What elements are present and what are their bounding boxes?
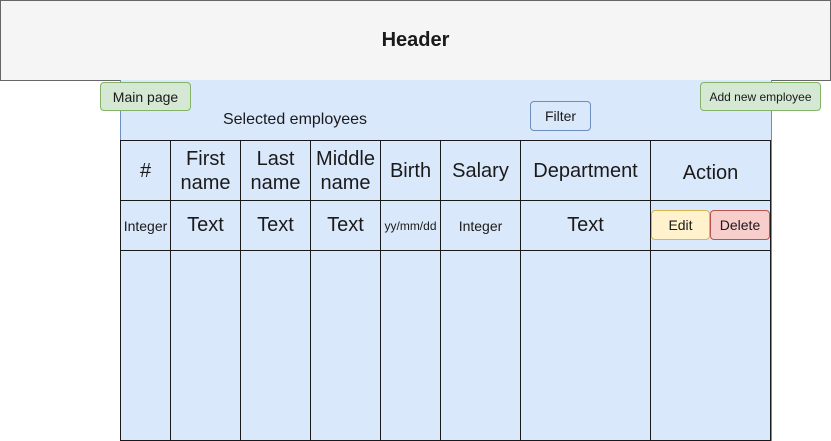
column-header-action: Action bbox=[650, 140, 771, 201]
cell-department: Text bbox=[520, 200, 651, 251]
column-header-birth: Birth bbox=[380, 140, 441, 201]
cell-middle-name: Text bbox=[310, 200, 381, 251]
cell-salary: Integer bbox=[440, 200, 521, 251]
empty-cell-middle-name bbox=[310, 250, 381, 441]
empty-cell-salary bbox=[440, 250, 521, 441]
page-header: Header bbox=[0, 0, 831, 81]
cell-first-name: Text bbox=[170, 200, 241, 251]
column-header-number: # bbox=[120, 140, 171, 201]
empty-cell-first-name bbox=[170, 250, 241, 441]
delete-button[interactable]: Delete bbox=[710, 210, 770, 240]
header-title: Header bbox=[381, 29, 450, 51]
empty-cell-birth bbox=[380, 250, 441, 441]
column-header-department: Department bbox=[520, 140, 651, 201]
empty-cell-number bbox=[120, 250, 171, 441]
column-header-salary: Salary bbox=[440, 140, 521, 201]
empty-cell-action bbox=[650, 250, 771, 441]
selected-employees-label: Selected employees bbox=[222, 111, 368, 128]
cell-number: Integer bbox=[120, 200, 171, 251]
column-header-first-name: First name bbox=[170, 140, 241, 201]
add-new-employee-button[interactable]: Add new employee bbox=[700, 82, 821, 111]
edit-button[interactable]: Edit bbox=[651, 210, 710, 240]
cell-birth: yy/mm/dd bbox=[380, 200, 441, 251]
column-header-middle-name: Middle name bbox=[310, 140, 381, 201]
main-page-button[interactable]: Main page bbox=[100, 82, 191, 111]
column-header-last-name: Last name bbox=[240, 140, 311, 201]
empty-cell-department bbox=[520, 250, 651, 441]
filter-button[interactable]: Filter bbox=[530, 101, 591, 131]
cell-last-name: Text bbox=[240, 200, 311, 251]
empty-cell-last-name bbox=[240, 250, 311, 441]
